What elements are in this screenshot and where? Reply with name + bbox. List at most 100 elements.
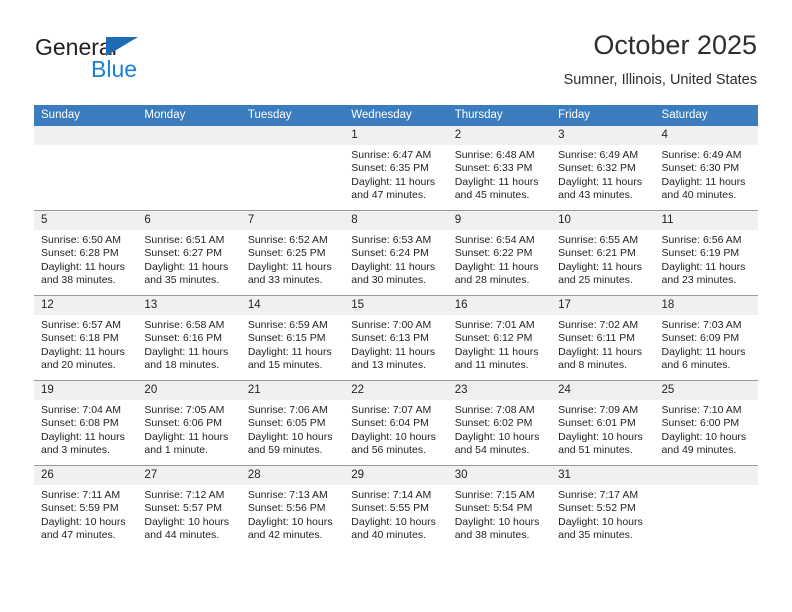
day-number: 4 <box>654 126 758 145</box>
calendar-day-cell[interactable]: 25 Sunrise: 7:10 AM Sunset: 6:00 PM Dayligh… <box>654 380 758 466</box>
calendar-day-cell[interactable]: 21 Sunrise: 7:06 AM Sunset: 6:05 PM Dayligh… <box>240 380 345 466</box>
sunrise-text: Sunrise: 7:03 AM <box>661 319 742 331</box>
daylight-text: and 59 minutes. <box>247 444 323 457</box>
daylight-text: and 38 minutes. <box>454 529 530 542</box>
day-details: Sunrise: 6:52 AM Sunset: 6:25 PM Daylight:… <box>241 230 344 288</box>
calendar-day-cell[interactable]: 15 Sunrise: 7:00 AM Sunset: 6:13 PM Dayligh… <box>344 295 448 381</box>
day-details: Sunrise: 7:03 AM Sunset: 6:09 PM Daylight:… <box>655 315 758 373</box>
daylight-text: and 33 minutes. <box>247 274 323 287</box>
day-number: 13 <box>137 296 241 315</box>
calendar-week-row: 19 Sunrise: 7:04 AM Sunset: 6:08 PM Dayligh… <box>34 380 758 466</box>
calendar-day-cell[interactable]: 20 Sunrise: 7:05 AM Sunset: 6:06 PM Dayligh… <box>137 380 241 466</box>
daylight-text: and 6 minutes. <box>661 359 731 372</box>
daylight-text: and 45 minutes. <box>454 189 530 202</box>
calendar-day-cell[interactable]: 28 Sunrise: 7:13 AM Sunset: 5:56 PM Dayligh… <box>240 465 345 550</box>
sunset-text: Sunset: 6:13 PM <box>351 332 429 345</box>
daylight-text: Daylight: 10 hours <box>351 430 436 443</box>
daylight-text: Daylight: 10 hours <box>558 515 643 528</box>
calendar-day-cell[interactable]: 7 Sunrise: 6:52 AM Sunset: 6:25 PM Daylight… <box>240 210 345 296</box>
day-number <box>654 466 758 485</box>
sunrise-text: Sunrise: 6:50 AM <box>41 234 121 246</box>
day-details: Sunrise: 7:14 AM Sunset: 5:55 PM Daylight:… <box>344 485 447 543</box>
calendar-day-cell[interactable]: 10 Sunrise: 6:55 AM Sunset: 6:21 PM Dayligh… <box>551 210 655 296</box>
day-details: Sunrise: 7:15 AM Sunset: 5:54 PM Daylight:… <box>448 485 551 543</box>
day-number: 12 <box>34 296 138 315</box>
sunset-text: Sunset: 6:18 PM <box>41 332 119 345</box>
daylight-text: Daylight: 10 hours <box>351 515 436 528</box>
day-details: Sunrise: 6:55 AM Sunset: 6:21 PM Daylight:… <box>551 230 654 288</box>
calendar-day-cell[interactable]: 23 Sunrise: 7:08 AM Sunset: 6:02 PM Dayligh… <box>447 380 552 466</box>
calendar-day-cell[interactable]: 9 Sunrise: 6:54 AM Sunset: 6:22 PM Daylight… <box>447 210 552 296</box>
calendar-day-cell[interactable]: 27 Sunrise: 7:12 AM Sunset: 5:57 PM Dayligh… <box>137 465 241 550</box>
day-number: 9 <box>447 211 552 230</box>
day-number: 6 <box>137 211 241 230</box>
day-details: Sunrise: 6:51 AM Sunset: 6:27 PM Daylight:… <box>137 230 240 288</box>
weekday-header-saturday: Saturday <box>654 105 758 126</box>
calendar-day-cell[interactable]: 18 Sunrise: 7:03 AM Sunset: 6:09 PM Dayligh… <box>654 295 758 381</box>
weekday-header-tuesday: Tuesday <box>240 105 345 126</box>
day-details: Sunrise: 7:17 AM Sunset: 5:52 PM Daylight:… <box>551 485 654 543</box>
calendar-day-cell[interactable]: 6 Sunrise: 6:51 AM Sunset: 6:27 PM Daylight… <box>137 210 241 296</box>
weekday-header-friday: Friday <box>551 105 655 126</box>
daylight-text: Daylight: 11 hours <box>351 260 436 273</box>
calendar-day-cell[interactable]: 24 Sunrise: 7:09 AM Sunset: 6:01 PM Dayligh… <box>551 380 655 466</box>
daylight-text: and 18 minutes. <box>144 359 220 372</box>
sunrise-text: Sunrise: 7:01 AM <box>454 319 535 331</box>
day-number: 15 <box>344 296 448 315</box>
calendar-day-cell[interactable]: 22 Sunrise: 7:07 AM Sunset: 6:04 PM Dayligh… <box>344 380 448 466</box>
day-number: 17 <box>551 296 655 315</box>
logo-text-blue: Blue <box>91 56 138 82</box>
sunrise-text: Sunrise: 7:17 AM <box>558 489 639 501</box>
daylight-text: Daylight: 11 hours <box>558 175 642 188</box>
day-details: Sunrise: 7:09 AM Sunset: 6:01 PM Daylight:… <box>551 400 654 458</box>
day-details: Sunrise: 7:07 AM Sunset: 6:04 PM Daylight:… <box>344 400 447 458</box>
calendar-day-cell[interactable]: 16 Sunrise: 7:01 AM Sunset: 6:12 PM Dayligh… <box>447 295 552 381</box>
daylight-text: Daylight: 11 hours <box>144 345 229 358</box>
calendar-day-cell[interactable]: 31 Sunrise: 7:17 AM Sunset: 5:52 PM Dayligh… <box>551 465 655 550</box>
daylight-text: and 51 minutes. <box>558 444 633 457</box>
sunset-text: Sunset: 5:52 PM <box>558 502 636 515</box>
sunset-text: Sunset: 6:04 PM <box>351 417 429 430</box>
calendar-day-cell[interactable]: 26 Sunrise: 7:11 AM Sunset: 5:59 PM Dayligh… <box>34 465 138 550</box>
general-blue-logo[interactable]: General Blue <box>35 34 225 90</box>
sunrise-text: Sunrise: 7:09 AM <box>558 404 639 416</box>
calendar-day-cell[interactable]: 5 Sunrise: 6:50 AM Sunset: 6:28 PM Daylight… <box>34 210 138 296</box>
sunset-text: Sunset: 5:54 PM <box>454 502 533 515</box>
day-details: Sunrise: 7:05 AM Sunset: 6:06 PM Daylight:… <box>137 400 240 458</box>
sunrise-text: Sunrise: 6:58 AM <box>144 319 225 331</box>
calendar-body: 1 Sunrise: 6:47 AM Sunset: 6:35 PM Daylight… <box>34 126 758 550</box>
sunset-text: Sunset: 6:21 PM <box>558 247 636 260</box>
calendar-day-cell[interactable]: 30 Sunrise: 7:15 AM Sunset: 5:54 PM Dayligh… <box>447 465 552 550</box>
calendar-day-cell[interactable]: 13 Sunrise: 6:58 AM Sunset: 6:16 PM Dayligh… <box>137 295 241 381</box>
sunrise-sunset-calendar: Sunday Monday Tuesday Wednesday Thursday… <box>34 105 758 550</box>
sunrise-text: Sunrise: 6:49 AM <box>661 149 742 161</box>
sunset-text: Sunset: 6:35 PM <box>351 162 429 175</box>
daylight-text: and 28 minutes. <box>454 274 530 287</box>
sunset-text: Sunset: 6:15 PM <box>247 332 326 345</box>
day-number: 16 <box>447 296 552 315</box>
daylight-text: and 38 minutes. <box>41 274 116 287</box>
calendar-day-cell[interactable]: 8 Sunrise: 6:53 AM Sunset: 6:24 PM Daylight… <box>344 210 448 296</box>
calendar-day-cell[interactable]: 14 Sunrise: 6:59 AM Sunset: 6:15 PM Dayligh… <box>240 295 345 381</box>
day-details: Sunrise: 7:11 AM Sunset: 5:59 PM Daylight:… <box>34 485 137 543</box>
daylight-text: Daylight: 11 hours <box>454 260 539 273</box>
calendar-day-cell[interactable]: 12 Sunrise: 6:57 AM Sunset: 6:18 PM Dayligh… <box>34 295 138 381</box>
calendar-day-cell[interactable]: 4 Sunrise: 6:49 AM Sunset: 6:30 PM Daylight… <box>654 126 758 211</box>
daylight-text: Daylight: 11 hours <box>558 260 642 273</box>
sunrise-text: Sunrise: 6:47 AM <box>351 149 432 161</box>
sunset-text: Sunset: 6:08 PM <box>41 417 119 430</box>
calendar-day-cell[interactable]: 1 Sunrise: 6:47 AM Sunset: 6:35 PM Daylight… <box>344 126 448 211</box>
day-details: Sunrise: 6:47 AM Sunset: 6:35 PM Daylight:… <box>344 145 447 203</box>
day-details: Sunrise: 7:08 AM Sunset: 6:02 PM Daylight:… <box>448 400 551 458</box>
calendar-day-cell[interactable]: 19 Sunrise: 7:04 AM Sunset: 6:08 PM Dayligh… <box>34 380 138 466</box>
daylight-text: Daylight: 11 hours <box>351 175 436 188</box>
weekday-header-thursday: Thursday <box>447 105 552 126</box>
calendar-day-cell[interactable]: 11 Sunrise: 6:56 AM Sunset: 6:19 PM Dayligh… <box>654 210 758 296</box>
daylight-text: and 43 minutes. <box>558 189 633 202</box>
calendar-day-cell[interactable]: 29 Sunrise: 7:14 AM Sunset: 5:55 PM Dayligh… <box>344 465 448 550</box>
day-details: Sunrise: 6:58 AM Sunset: 6:16 PM Daylight:… <box>137 315 240 373</box>
day-details: Sunrise: 6:49 AM Sunset: 6:32 PM Daylight:… <box>551 145 654 203</box>
calendar-day-cell[interactable]: 3 Sunrise: 6:49 AM Sunset: 6:32 PM Daylight… <box>551 126 655 211</box>
calendar-day-cell[interactable]: 2 Sunrise: 6:48 AM Sunset: 6:33 PM Daylight… <box>447 126 552 211</box>
calendar-day-cell[interactable]: 17 Sunrise: 7:02 AM Sunset: 6:11 PM Dayligh… <box>551 295 655 381</box>
